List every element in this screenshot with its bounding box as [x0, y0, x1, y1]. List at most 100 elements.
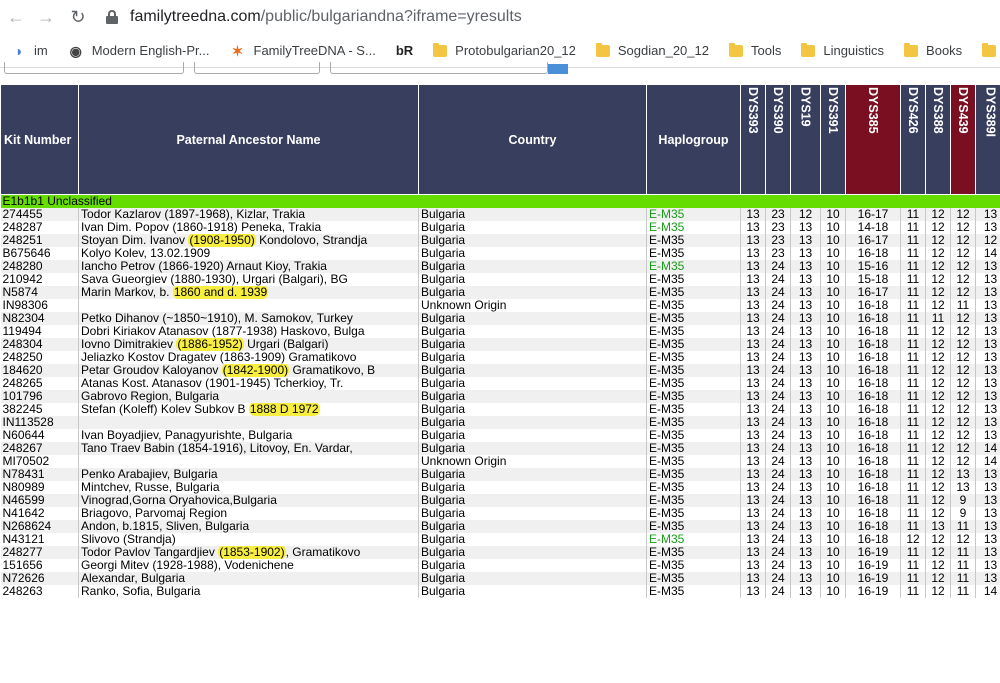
header-dys389i[interactable]: DYS389I: [975, 84, 1000, 195]
header-dys439[interactable]: DYS439: [950, 84, 976, 195]
table-row[interactable]: 248263 Ranko, Sofia, Bulgaria Bulgaria E-M3…: [0, 585, 1000, 598]
table-row[interactable]: 248277 Todor Pavlov Tangardjiev (1853-190…: [0, 546, 1000, 559]
header-ancestor[interactable]: Paternal Ancestor Name: [78, 84, 419, 195]
kit-number-cell[interactable]: B675646: [0, 247, 79, 260]
bookmark-item[interactable]: Books: [904, 42, 962, 58]
header-dys390[interactable]: DYS390: [765, 84, 791, 195]
table-row[interactable]: 184620 Petar Groudov Kaloyanov (1842-1900…: [0, 364, 1000, 377]
table-row[interactable]: 119494 Dobri Kiriakov Atanasov (1877-1938…: [0, 325, 1000, 338]
table-row[interactable]: 248280 Iancho Petrov (1866-1920) Arnaut K…: [0, 260, 1000, 273]
table-row[interactable]: 248267 Tano Traev Babin (1854-1916), Lito…: [0, 442, 1000, 455]
search-input[interactable]: [330, 62, 548, 74]
highlight-mark: (1886-1952): [176, 338, 244, 351]
table-row[interactable]: N60644 Ivan Boyadjiev, Panagyurishte, Bul…: [0, 429, 1000, 442]
search-button[interactable]: [548, 64, 568, 74]
kit-number-cell[interactable]: N43121: [0, 533, 79, 546]
bookmark-item[interactable]: ◑ im: [10, 43, 48, 59]
kit-number-cell[interactable]: MI70502: [0, 455, 79, 468]
ancestor-cell: Jeliazko Kostov Dragatev (1863-1909) Gra…: [78, 351, 419, 364]
table-row[interactable]: 248265 Atanas Kost. Atanasov (1901-1945) …: [0, 377, 1000, 390]
kit-number-cell[interactable]: 210942: [0, 273, 79, 286]
kit-number-cell[interactable]: 248277: [0, 546, 79, 559]
header-dys393[interactable]: DYS393: [740, 84, 766, 195]
forward-arrow-icon[interactable]: →: [34, 5, 58, 29]
kit-number-cell[interactable]: N41642: [0, 507, 79, 520]
table-row[interactable]: N78431 Penko Arabajiev, Bulgaria Bulgaria E…: [0, 468, 1000, 481]
kit-number-cell[interactable]: 248304: [0, 338, 79, 351]
table-row[interactable]: 248251 Stoyan Dim. Ivanov (1908-1950) Kon…: [0, 234, 1000, 247]
kit-number-cell[interactable]: N78431: [0, 468, 79, 481]
table-row[interactable]: N268624 Andon, b.1815, Sliven, Bulgaria Bu…: [0, 520, 1000, 533]
table-row[interactable]: IN113528 Bulgaria E-M35 13 24 13 10 16-18 11 12 12…: [0, 416, 1000, 429]
kit-number-cell[interactable]: IN98306: [0, 299, 79, 312]
kit-number-cell[interactable]: 248265: [0, 377, 79, 390]
filter-dropdown[interactable]: [4, 62, 184, 74]
dys-value-cell: 13: [790, 260, 821, 273]
kit-number-cell[interactable]: 248280: [0, 260, 79, 273]
header-dys388[interactable]: DYS388: [925, 84, 951, 195]
kit-number-cell[interactable]: IN113528: [0, 416, 79, 429]
table-row[interactable]: 274455 Todor Kazlarov (1897-1968), Kizlar…: [0, 208, 1000, 221]
header-dys426[interactable]: DYS426: [900, 84, 926, 195]
table-row[interactable]: N82304 Petko Dihanov (~1850~1910), M. Sam…: [0, 312, 1000, 325]
header-haplogroup[interactable]: Haplogroup: [646, 84, 741, 195]
bookmark-item[interactable]: bR: [396, 43, 413, 58]
bookmark-item[interactable]: ever: [982, 42, 1000, 58]
table-row[interactable]: N5874 Marin Markov, b. 1860 and d. 1939 Bu…: [0, 286, 1000, 299]
table-row[interactable]: 248304 Iovno Dimitrakiev (1886-1952) Urga…: [0, 338, 1000, 351]
kit-number-cell[interactable]: N72626: [0, 572, 79, 585]
table-row[interactable]: N43121 Slivovo (Strandja) Bulgaria E-M35 13 2…: [0, 533, 1000, 546]
table-row[interactable]: MI70502 Unknown Origin E-M35 13 24 13 10 16-18 1…: [0, 455, 1000, 468]
kit-number-cell[interactable]: N268624: [0, 520, 79, 533]
bookmark-item[interactable]: Sogdian_20_12: [595, 42, 709, 58]
table-row[interactable]: N41642 Briagovo, Parvomaj Region Bulgaria E…: [0, 507, 1000, 520]
kit-number-cell[interactable]: 382245: [0, 403, 79, 416]
kit-number-cell[interactable]: N80989: [0, 481, 79, 494]
table-row[interactable]: 382245 Stefan (Koleff) Kolev Subkov B 188…: [0, 403, 1000, 416]
kit-number-cell[interactable]: 248267: [0, 442, 79, 455]
dys-value-cell: 13: [740, 312, 766, 325]
bookmark-item[interactable]: ✶ FamilyTreeDNA - S...: [230, 43, 376, 59]
table-row[interactable]: 210942 Sava Gueorgiev (1880-1930), Urgari…: [0, 273, 1000, 286]
table-row[interactable]: 248250 Jeliazko Kostov Dragatev (1863-190…: [0, 351, 1000, 364]
kit-number-cell[interactable]: 248263: [0, 585, 79, 598]
header-kit-number[interactable]: Kit Number: [0, 84, 79, 195]
header-dys19[interactable]: DYS19: [790, 84, 821, 195]
kit-number-cell[interactable]: 248250: [0, 351, 79, 364]
dys-value-cell: 13: [790, 299, 821, 312]
table-row[interactable]: 151656 Georgi Mitev (1928-1988), Vodenich…: [0, 559, 1000, 572]
lock-icon[interactable]: [106, 10, 118, 24]
dys-value-cell: 13: [975, 403, 1000, 416]
kit-number-cell[interactable]: 184620: [0, 364, 79, 377]
reload-icon[interactable]: ↻: [66, 5, 90, 29]
kit-number-cell[interactable]: 248287: [0, 221, 79, 234]
kit-number-cell[interactable]: N82304: [0, 312, 79, 325]
dys-value-cell: 11: [900, 429, 926, 442]
dys-value-cell: 24: [765, 416, 791, 429]
bookmark-item[interactable]: Linguistics: [801, 42, 884, 58]
bookmark-item[interactable]: ◉ Modern English-Pr...: [68, 43, 210, 59]
kit-number-cell[interactable]: 151656: [0, 559, 79, 572]
table-row[interactable]: N46599 Vinograd,Gorna Oryahovica,Bulgaria…: [0, 494, 1000, 507]
kit-number-cell[interactable]: 101796: [0, 390, 79, 403]
header-dys385[interactable]: DYS385: [845, 84, 901, 195]
kit-number-cell[interactable]: N60644: [0, 429, 79, 442]
filter-dropdown[interactable]: [194, 62, 320, 74]
table-row[interactable]: 101796 Gabrovo Region, Bulgaria Bulgaria E-…: [0, 390, 1000, 403]
kit-number-cell[interactable]: N5874: [0, 286, 79, 299]
table-row[interactable]: B675646 Kolyo Kolev, 13.02.1909 Bulgaria E-…: [0, 247, 1000, 260]
kit-number-cell[interactable]: 274455: [0, 208, 79, 221]
url-field[interactable]: familytreedna.com/public/bulgariandna?if…: [106, 8, 522, 26]
table-row[interactable]: N72626 Alexandar, Bulgaria Bulgaria E-M35 13…: [0, 572, 1000, 585]
kit-number-cell[interactable]: 119494: [0, 325, 79, 338]
kit-number-cell[interactable]: 248251: [0, 234, 79, 247]
header-country[interactable]: Country: [418, 84, 647, 195]
bookmark-item[interactable]: Tools: [728, 42, 781, 58]
header-dys391[interactable]: DYS391: [820, 84, 846, 195]
kit-number-cell[interactable]: N46599: [0, 494, 79, 507]
table-row[interactable]: N80989 Mintchev, Russe, Bulgaria Bulgaria E…: [0, 481, 1000, 494]
table-row[interactable]: IN98306 Unknown Origin E-M35 13 24 13 10 16-18 1…: [0, 299, 1000, 312]
table-row[interactable]: 248287 Ivan Dim. Popov (1860-1918) Peneka…: [0, 221, 1000, 234]
bookmark-item[interactable]: Protobulgarian20_12: [433, 42, 576, 58]
back-arrow-icon[interactable]: ←: [4, 5, 28, 29]
